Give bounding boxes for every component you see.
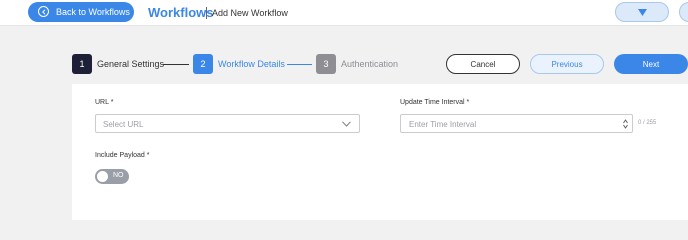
step-number: 3 [316, 54, 336, 74]
back-button-label: Back to Workflows [56, 7, 130, 17]
include-payload-toggle[interactable]: NO [95, 169, 129, 184]
page-title: Workflows [148, 5, 214, 20]
chevron-left-icon [38, 6, 49, 17]
step-number: 1 [72, 54, 92, 74]
previous-button[interactable]: Previous [530, 54, 604, 74]
header-extra-button[interactable] [679, 2, 688, 22]
step-connector [287, 64, 312, 65]
toggle-state-text: NO [113, 172, 124, 179]
toggle-knob [97, 171, 108, 182]
step-workflow-details[interactable]: 2 Workflow Details [193, 54, 285, 74]
cancel-button[interactable]: Cancel [446, 54, 520, 74]
next-button[interactable]: Next [614, 54, 688, 74]
step-label: Workflow Details [218, 59, 285, 69]
title-divider [206, 7, 207, 19]
top-header: Back to Workflows Workflows Add New Work… [0, 0, 688, 26]
step-label: Authentication [341, 59, 399, 69]
url-label: URL * [95, 99, 114, 106]
url-select[interactable]: Select URL [95, 114, 360, 133]
character-counter: 0 / 255 [638, 120, 657, 126]
step-connector [163, 64, 189, 65]
interval-placeholder: Enter Time Interval [409, 120, 477, 129]
interval-input[interactable]: Enter Time Interval [400, 114, 633, 133]
interval-label: Update Time Interval * [400, 99, 470, 106]
step-label: General Settings [97, 59, 165, 69]
step-general-settings[interactable]: 1 General Settings [72, 54, 164, 74]
back-to-workflows-button[interactable]: Back to Workflows [28, 2, 134, 22]
step-authentication[interactable]: 3 Authentication [316, 54, 398, 74]
form-card [72, 84, 688, 220]
number-spinner-icon[interactable] [623, 119, 628, 129]
triangle-down-icon [637, 8, 647, 16]
page-subtitle: Add New Workflow [212, 8, 288, 18]
chevron-down-icon [342, 121, 351, 127]
step-number: 2 [193, 54, 213, 74]
url-select-placeholder: Select URL [103, 120, 144, 129]
payload-label: Include Payload * [95, 152, 150, 159]
header-dropdown-button[interactable] [615, 2, 669, 22]
